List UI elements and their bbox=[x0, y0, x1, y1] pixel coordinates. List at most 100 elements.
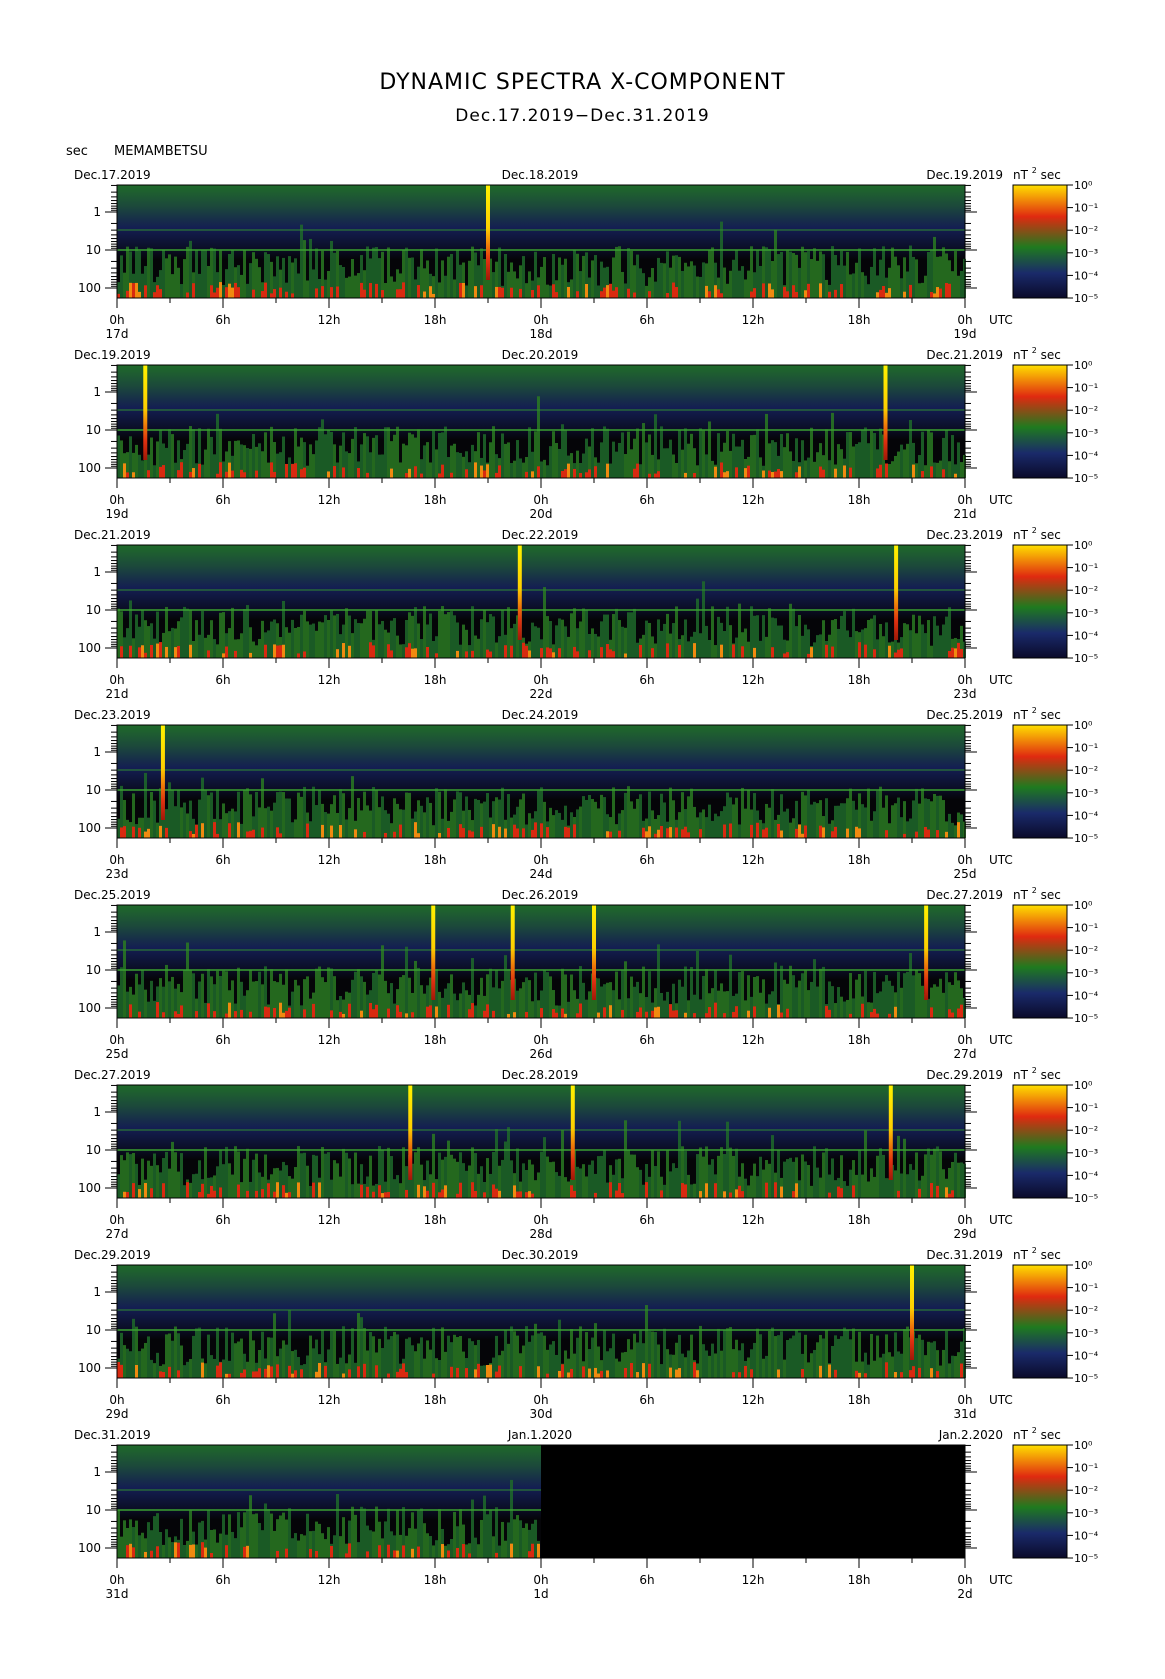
activity-column bbox=[687, 443, 690, 478]
activity-column bbox=[141, 969, 144, 1018]
colorbar bbox=[1012, 1084, 1068, 1199]
activity-column bbox=[387, 247, 390, 298]
activity-column bbox=[681, 635, 684, 658]
activity-column bbox=[864, 807, 867, 838]
panel-mid-date: Dec.24.2019 bbox=[502, 708, 579, 722]
activity-column bbox=[321, 1146, 324, 1198]
activity-hotspot bbox=[468, 830, 471, 838]
activity-column bbox=[564, 258, 567, 298]
activity-column bbox=[465, 285, 468, 298]
activity-hotspot bbox=[756, 822, 759, 838]
activity-column bbox=[921, 788, 924, 838]
activity-hotspot bbox=[372, 1191, 375, 1198]
activity-column bbox=[861, 429, 864, 478]
activity-column bbox=[549, 976, 552, 1018]
activity-column bbox=[600, 442, 603, 478]
activity-hotspot bbox=[150, 1550, 153, 1558]
activity-hotspot bbox=[138, 647, 141, 658]
activity-column bbox=[561, 424, 564, 478]
activity-hotspot bbox=[819, 466, 822, 478]
activity-hotspot bbox=[240, 1009, 243, 1018]
activity-column bbox=[216, 789, 219, 838]
activity-column bbox=[717, 433, 720, 478]
activity-column bbox=[366, 436, 369, 478]
activity-hotspot bbox=[411, 1548, 414, 1558]
activity-column bbox=[576, 450, 579, 478]
activity-column bbox=[864, 970, 867, 1018]
activity-column bbox=[645, 620, 648, 658]
activity-column bbox=[204, 1002, 207, 1018]
activity-column bbox=[174, 1326, 177, 1378]
activity-column bbox=[507, 271, 510, 298]
activity-hotspot bbox=[513, 824, 516, 838]
activity-column bbox=[264, 432, 267, 478]
activity-column bbox=[405, 946, 408, 1018]
activity-column bbox=[432, 641, 435, 658]
activity-column bbox=[315, 805, 318, 838]
activity-column bbox=[342, 793, 345, 838]
activity-column bbox=[681, 449, 684, 478]
activity-hotspot bbox=[933, 293, 936, 298]
activity-column bbox=[297, 792, 300, 838]
activity-column bbox=[258, 267, 261, 298]
activity-hotspot bbox=[705, 285, 708, 298]
activity-column bbox=[849, 972, 852, 1018]
activity-hotspot bbox=[609, 283, 612, 298]
activity-column bbox=[516, 278, 519, 298]
colorbar-tick-label: 10⁻³ bbox=[1074, 1147, 1098, 1160]
activity-hotspot bbox=[381, 290, 384, 298]
activity-hotspot bbox=[264, 1368, 267, 1378]
activity-column bbox=[891, 461, 894, 478]
activity-column bbox=[741, 787, 744, 838]
activity-hotspot bbox=[552, 1009, 555, 1018]
activity-hotspot bbox=[915, 831, 918, 838]
activity-column bbox=[738, 824, 741, 838]
activity-column bbox=[204, 1147, 207, 1198]
activity-column bbox=[531, 1335, 534, 1378]
activity-column bbox=[495, 797, 498, 838]
activity-column bbox=[744, 1178, 747, 1198]
activity-hotspot bbox=[501, 287, 504, 298]
activity-column bbox=[156, 1352, 159, 1378]
activity-column bbox=[687, 641, 690, 658]
activity-column bbox=[762, 1358, 765, 1378]
activity-hotspot bbox=[684, 1184, 687, 1198]
activity-hotspot bbox=[795, 828, 798, 838]
activity-column bbox=[738, 972, 741, 1018]
colorbar-tick-label: 10⁻³ bbox=[1074, 787, 1098, 800]
activity-column bbox=[804, 1161, 807, 1198]
y-tick-label: 10 bbox=[86, 1503, 101, 1517]
activity-column bbox=[816, 635, 819, 658]
activity-column bbox=[174, 256, 177, 298]
x-tick-label: 0h bbox=[533, 1573, 548, 1587]
activity-column bbox=[408, 1337, 411, 1378]
x-tick-label: 18h bbox=[848, 493, 871, 507]
activity-hotspot bbox=[273, 471, 276, 478]
activity-hotspot bbox=[771, 471, 774, 478]
activity-column bbox=[903, 801, 906, 838]
activity-column bbox=[267, 630, 270, 658]
activity-column bbox=[321, 622, 324, 658]
activity-column bbox=[480, 1519, 483, 1558]
activity-hotspot bbox=[612, 651, 615, 658]
activity-column bbox=[759, 992, 762, 1018]
activity-hotspot bbox=[648, 473, 651, 478]
activity-hotspot bbox=[957, 1008, 960, 1018]
activity-column bbox=[444, 1351, 447, 1378]
activity-hotspot bbox=[528, 650, 531, 658]
activity-column bbox=[888, 464, 891, 478]
day-label: 20d bbox=[530, 507, 553, 521]
activity-column bbox=[822, 620, 825, 658]
activity-column bbox=[432, 825, 435, 838]
activity-hotspot bbox=[546, 827, 549, 838]
activity-column bbox=[633, 1154, 636, 1198]
activity-hotspot bbox=[549, 648, 552, 658]
panel-start-date: Dec.21.2019 bbox=[74, 528, 151, 542]
activity-column bbox=[813, 248, 816, 298]
activity-column bbox=[864, 1130, 867, 1198]
activity-column bbox=[438, 1509, 441, 1558]
activity-hotspot bbox=[162, 465, 165, 478]
activity-column bbox=[831, 412, 834, 478]
activity-column bbox=[456, 791, 459, 838]
activity-column bbox=[459, 1509, 462, 1558]
